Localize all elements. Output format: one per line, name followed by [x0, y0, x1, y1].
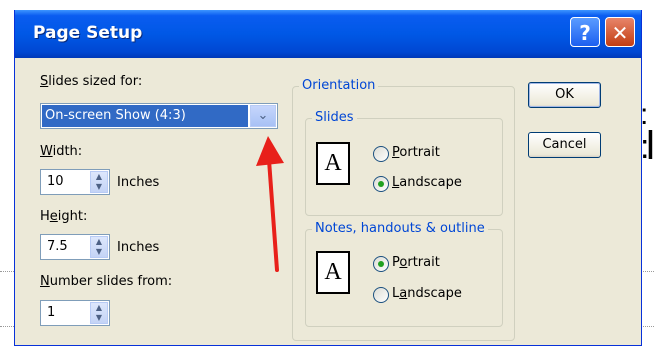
slides-landscape-radio[interactable]	[373, 176, 389, 192]
title-bar: Page Setup ? ✕	[15, 10, 641, 58]
spin-up-icon: ▲	[95, 303, 103, 312]
slides-sized-for-label: Slides sized for:	[40, 74, 143, 89]
height-label: Height:	[40, 209, 88, 224]
dropdown-arrow-button[interactable]: ⌄	[250, 105, 276, 127]
spin-up-icon: ▲	[95, 172, 103, 181]
spin-down-icon: ▼	[95, 313, 103, 322]
background-dotted-line	[640, 326, 654, 327]
slides-portrait-radio[interactable]	[373, 146, 389, 162]
chevron-down-icon: ⌄	[257, 108, 269, 123]
width-unit: Inches	[117, 175, 160, 190]
background-dotted-line	[0, 326, 14, 327]
close-button[interactable]: ✕	[605, 17, 635, 47]
spin-arrows[interactable]: ▲ ▼	[90, 171, 108, 193]
spin-up-icon: ▲	[95, 237, 103, 246]
cancel-button[interactable]: Cancel	[528, 132, 601, 158]
number-slides-from-label: Number slides from:	[40, 274, 173, 289]
number-slides-from-value: 1	[47, 305, 56, 320]
background-text-fragment: l	[646, 124, 654, 168]
width-label: Width:	[40, 144, 83, 159]
orientation-group-title: Orientation	[299, 78, 379, 93]
height-unit: Inches	[117, 240, 160, 255]
slides-sized-for-dropdown[interactable]: On-screen Show (4:3) ⌄	[40, 103, 278, 129]
width-spinner[interactable]: 10 ▲ ▼	[40, 169, 110, 195]
spin-down-icon: ▼	[95, 182, 103, 191]
slides-orientation-title: Slides	[312, 110, 357, 125]
notes-landscape-label: Landscape	[392, 286, 462, 301]
notes-page-icon: A	[316, 251, 350, 294]
background-dotted-line	[0, 271, 14, 272]
notes-orientation-title: Notes, handouts & outline	[312, 221, 488, 236]
red-annotation-arrow-icon	[256, 136, 284, 272]
slides-portrait-label: Portrait	[392, 145, 440, 160]
background-dotted-line	[640, 271, 654, 272]
close-icon: ✕	[611, 21, 629, 45]
width-value: 10	[47, 174, 64, 189]
height-spinner[interactable]: 7.5 ▲ ▼	[40, 234, 110, 260]
ok-button[interactable]: OK	[528, 82, 601, 108]
slides-sized-for-value: On-screen Show (4:3)	[42, 105, 248, 127]
notes-portrait-radio[interactable]	[373, 256, 389, 272]
spin-arrows[interactable]: ▲ ▼	[90, 236, 108, 258]
spin-down-icon: ▼	[95, 247, 103, 256]
help-icon: ?	[579, 21, 591, 45]
page-setup-dialog: Page Setup ? ✕ Slides sized for: On-scre…	[14, 10, 642, 346]
height-value: 7.5	[47, 239, 68, 254]
slides-landscape-label: Landscape	[392, 175, 462, 190]
dialog-title: Page Setup	[33, 23, 143, 43]
notes-landscape-radio[interactable]	[373, 287, 389, 303]
notes-portrait-label: Portrait	[392, 255, 440, 270]
help-button[interactable]: ?	[570, 17, 600, 47]
spin-arrows[interactable]: ▲ ▼	[90, 302, 108, 324]
slides-page-icon: A	[316, 142, 350, 185]
number-slides-from-spinner[interactable]: 1 ▲ ▼	[40, 300, 110, 326]
